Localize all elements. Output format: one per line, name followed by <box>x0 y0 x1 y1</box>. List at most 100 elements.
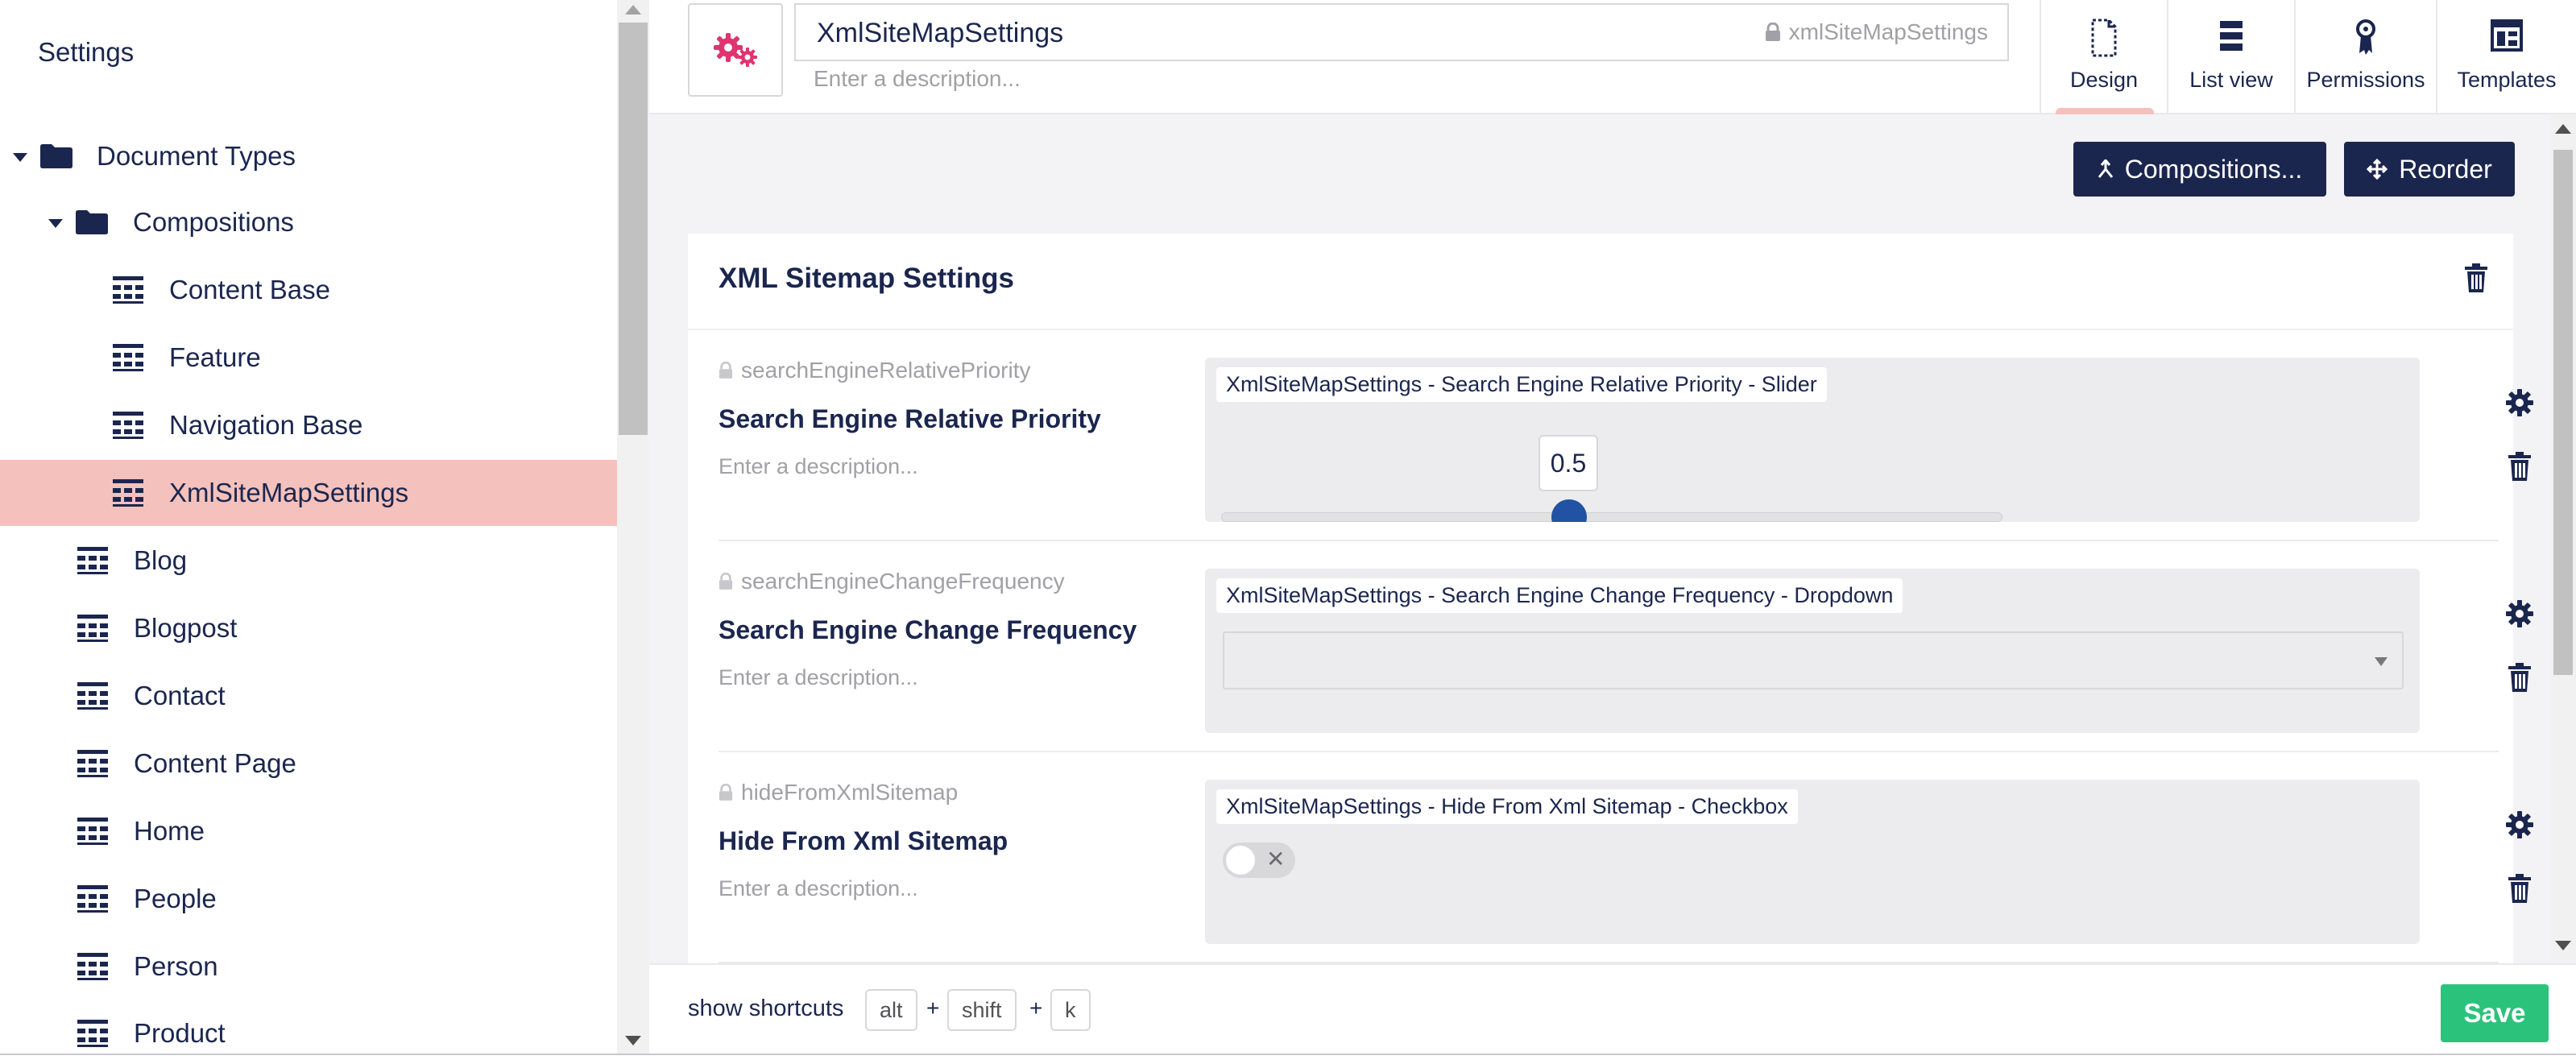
trash-icon[interactable] <box>2507 873 2533 904</box>
tree-scrollbar[interactable] <box>617 0 649 1054</box>
property-name[interactable]: Search Engine Change Frequency <box>719 615 1137 645</box>
property-description[interactable]: Enter a description... <box>719 876 918 901</box>
section-title: Settings <box>38 37 135 67</box>
tree-item-blogpost[interactable]: Blogpost <box>0 595 617 661</box>
property-alias[interactable]: searchEngineRelativePriority <box>719 358 1031 383</box>
caret-down-icon[interactable] <box>13 153 27 162</box>
close-icon: ✕ <box>1266 847 1286 871</box>
alias-text: hideFromXmlSitemap <box>741 780 959 805</box>
property-name[interactable]: Search Engine Relative Priority <box>719 404 1101 434</box>
scroll-up-arrow-icon[interactable] <box>2555 124 2571 134</box>
tree-item-product[interactable]: Product <box>0 1000 617 1054</box>
scroll-down-arrow-icon[interactable] <box>625 1036 641 1045</box>
save-button[interactable]: Save <box>2441 984 2549 1042</box>
grid-icon <box>77 615 108 642</box>
tab-templates[interactable]: Templates <box>2436 0 2576 113</box>
grid-icon <box>113 412 143 439</box>
tree-item-blog[interactable]: Blog <box>0 528 617 594</box>
tree-item-content-base[interactable]: Content Base <box>0 257 617 323</box>
tree-item-document-types[interactable]: Document Types <box>0 123 617 189</box>
tree-item-label: Content Base <box>169 275 330 304</box>
toggle-knob <box>1226 846 1255 875</box>
group-title[interactable]: XML Sitemap Settings <box>719 263 1014 295</box>
dropdown-select[interactable] <box>1223 631 2404 689</box>
grid-icon <box>77 547 108 574</box>
grid-icon <box>113 344 143 371</box>
key-k: k <box>1050 989 1091 1031</box>
gear-icon[interactable] <box>2505 388 2534 417</box>
tab-label: Design <box>2069 68 2139 92</box>
key-plus: + <box>926 996 940 1021</box>
toggle-switch[interactable]: ✕ <box>1223 843 1295 878</box>
property-editor-preview[interactable]: XmlSiteMapSettings - Search Engine Relat… <box>1205 358 2420 522</box>
tab-design[interactable]: Design <box>2040 0 2167 114</box>
tree-item-label: Blog <box>134 545 188 575</box>
alias-field[interactable]: xmlSiteMapSettings <box>1765 19 1988 45</box>
grid-icon <box>77 953 108 980</box>
tree-item-contact[interactable]: Contact <box>0 663 617 729</box>
doc-type-name-value: XmlSiteMapSettings <box>817 18 1064 48</box>
move-icon <box>2367 159 2388 180</box>
trash-icon[interactable] <box>2507 662 2533 693</box>
tree-item-navigation-base[interactable]: Navigation Base <box>0 392 617 458</box>
tree-scrollbar-thumb[interactable] <box>619 23 648 435</box>
window-bottom-edge <box>0 1054 2576 1064</box>
property-editor-preview[interactable]: XmlSiteMapSettings - Search Engine Chang… <box>1205 569 2420 733</box>
tree-item-compositions[interactable]: Compositions <box>0 189 617 255</box>
property-description[interactable]: Enter a description... <box>719 454 918 479</box>
slider-handle[interactable] <box>1551 499 1587 522</box>
merge-icon <box>2098 159 2113 178</box>
trash-icon[interactable] <box>2507 451 2533 482</box>
compositions-button[interactable]: Compositions... <box>2073 142 2326 197</box>
tree-item-home[interactable]: Home <box>0 798 617 864</box>
tree-item-label: XmlSiteMapSettings <box>169 478 409 507</box>
property-alias[interactable]: hideFromXmlSitemap <box>719 780 958 805</box>
gear-icon[interactable] <box>2505 599 2534 628</box>
caret-down-icon[interactable] <box>48 219 63 228</box>
tree-item-person[interactable]: Person <box>0 934 617 1000</box>
lock-icon[interactable] <box>719 573 733 590</box>
reorder-label: Reorder <box>2399 154 2492 184</box>
doc-type-icon-picker[interactable] <box>688 3 783 97</box>
tab-label: List view <box>2189 68 2273 92</box>
tree-item-xmlsitemapsettings[interactable]: XmlSiteMapSettings <box>0 460 617 526</box>
alias-text: searchEngineChangeFrequency <box>741 569 1065 594</box>
tree-item-label: Blogpost <box>134 613 238 643</box>
tab-label: Templates <box>2457 68 2557 92</box>
shortcuts-label[interactable]: show shortcuts <box>688 996 843 1022</box>
tree-item-feature[interactable]: Feature <box>0 325 617 391</box>
doc-type-description-input[interactable]: Enter a description... <box>814 66 1021 92</box>
editor-scrollbar-thumb[interactable] <box>2553 150 2573 675</box>
tree-item-content-page[interactable]: Content Page <box>0 731 617 797</box>
trash-icon[interactable] <box>2463 263 2489 293</box>
grid-icon <box>77 885 108 913</box>
lock-icon[interactable] <box>1765 23 1781 42</box>
key-alt: alt <box>865 989 917 1031</box>
gear-icon[interactable] <box>2505 810 2534 839</box>
property-editor-preview[interactable]: XmlSiteMapSettings - Hide From Xml Sitem… <box>1205 780 2420 944</box>
slider-track[interactable] <box>1221 512 2002 522</box>
tab-list-view[interactable]: List view <box>2167 0 2294 113</box>
scroll-up-arrow-icon[interactable] <box>625 5 641 14</box>
property-name[interactable]: Hide From Xml Sitemap <box>719 826 1008 856</box>
reorder-button[interactable]: Reorder <box>2344 142 2515 197</box>
tree-item-label: Home <box>134 816 205 846</box>
lock-icon[interactable] <box>719 784 733 801</box>
property-row: searchEngineChangeFrequency Search Engin… <box>719 541 2533 752</box>
tab-permissions[interactable]: Permissions <box>2294 0 2436 113</box>
gears-icon <box>714 33 757 67</box>
property-row: searchEngineRelativePriority Search Engi… <box>719 330 2533 541</box>
editor-scrollbar[interactable] <box>2550 114 2576 960</box>
lock-icon[interactable] <box>719 362 733 379</box>
property-alias[interactable]: searchEngineChangeFrequency <box>719 569 1065 594</box>
list-icon <box>2220 21 2243 51</box>
scroll-down-arrow-icon[interactable] <box>2555 941 2571 950</box>
tree-item-label: Contact <box>134 681 226 710</box>
grid-icon <box>77 818 108 845</box>
tree-item-people[interactable]: People <box>0 866 617 932</box>
grid-icon <box>77 1020 108 1047</box>
editor-label: XmlSiteMapSettings - Search Engine Relat… <box>1216 367 1827 402</box>
grid-icon <box>113 479 143 507</box>
doc-type-name-input[interactable]: XmlSiteMapSettings xmlSiteMapSettings <box>794 3 2009 61</box>
property-description[interactable]: Enter a description... <box>719 665 918 690</box>
